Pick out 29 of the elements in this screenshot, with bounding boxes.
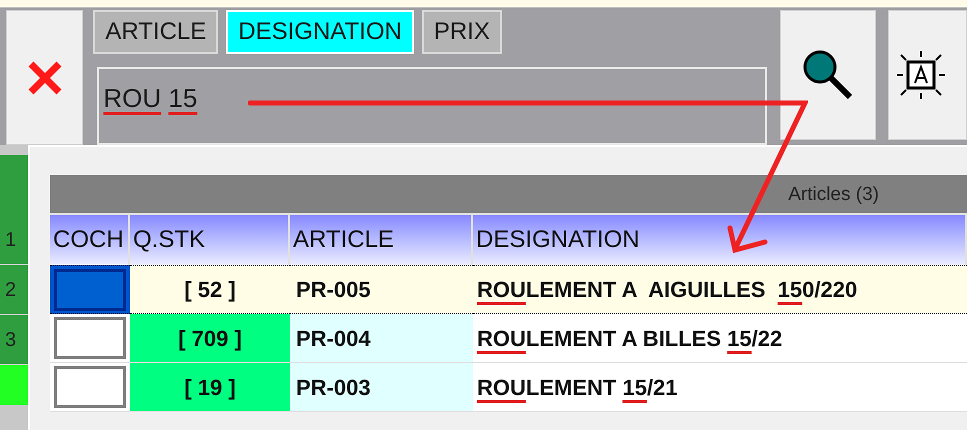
row-number: 3	[0, 315, 28, 365]
table-cell: PR-004	[290, 314, 473, 363]
row-checkbox[interactable]	[54, 317, 126, 359]
column-header[interactable]: DESIGNATION	[473, 213, 967, 265]
table-cell: PR-005	[290, 265, 473, 314]
search-field[interactable]: ROU 15	[97, 66, 768, 145]
grid-title: Articles (3)	[788, 182, 879, 206]
row-checkbox[interactable]	[54, 366, 126, 408]
table-cell: [ 52 ]	[130, 265, 290, 314]
sparkle-box-icon	[894, 49, 947, 101]
row-marker	[0, 365, 28, 405]
row-checkbox[interactable]	[54, 268, 126, 310]
tab[interactable]: PRIX	[422, 10, 502, 54]
column-header[interactable]: ARTICLE	[290, 213, 473, 265]
row-number: 1	[0, 215, 28, 265]
table-cell: PR-003	[290, 363, 473, 412]
column-header[interactable]: COCH	[50, 213, 130, 265]
tab[interactable]: DESIGNATION	[226, 10, 414, 54]
tab[interactable]: ARTICLE	[93, 10, 218, 54]
search-button[interactable]	[780, 10, 876, 140]
table-cell: [ 709 ]	[130, 314, 290, 363]
table-cell: [ 19 ]	[130, 363, 290, 412]
close-icon	[26, 60, 63, 96]
table-cell: ROULEMENT A AIGUILLES 150/220	[473, 265, 967, 314]
row-number: 2	[0, 265, 28, 315]
display-button[interactable]	[888, 10, 967, 140]
cancel-button[interactable]	[6, 10, 84, 145]
row-marker	[0, 155, 28, 215]
column-header[interactable]: Q.STK	[130, 213, 290, 265]
